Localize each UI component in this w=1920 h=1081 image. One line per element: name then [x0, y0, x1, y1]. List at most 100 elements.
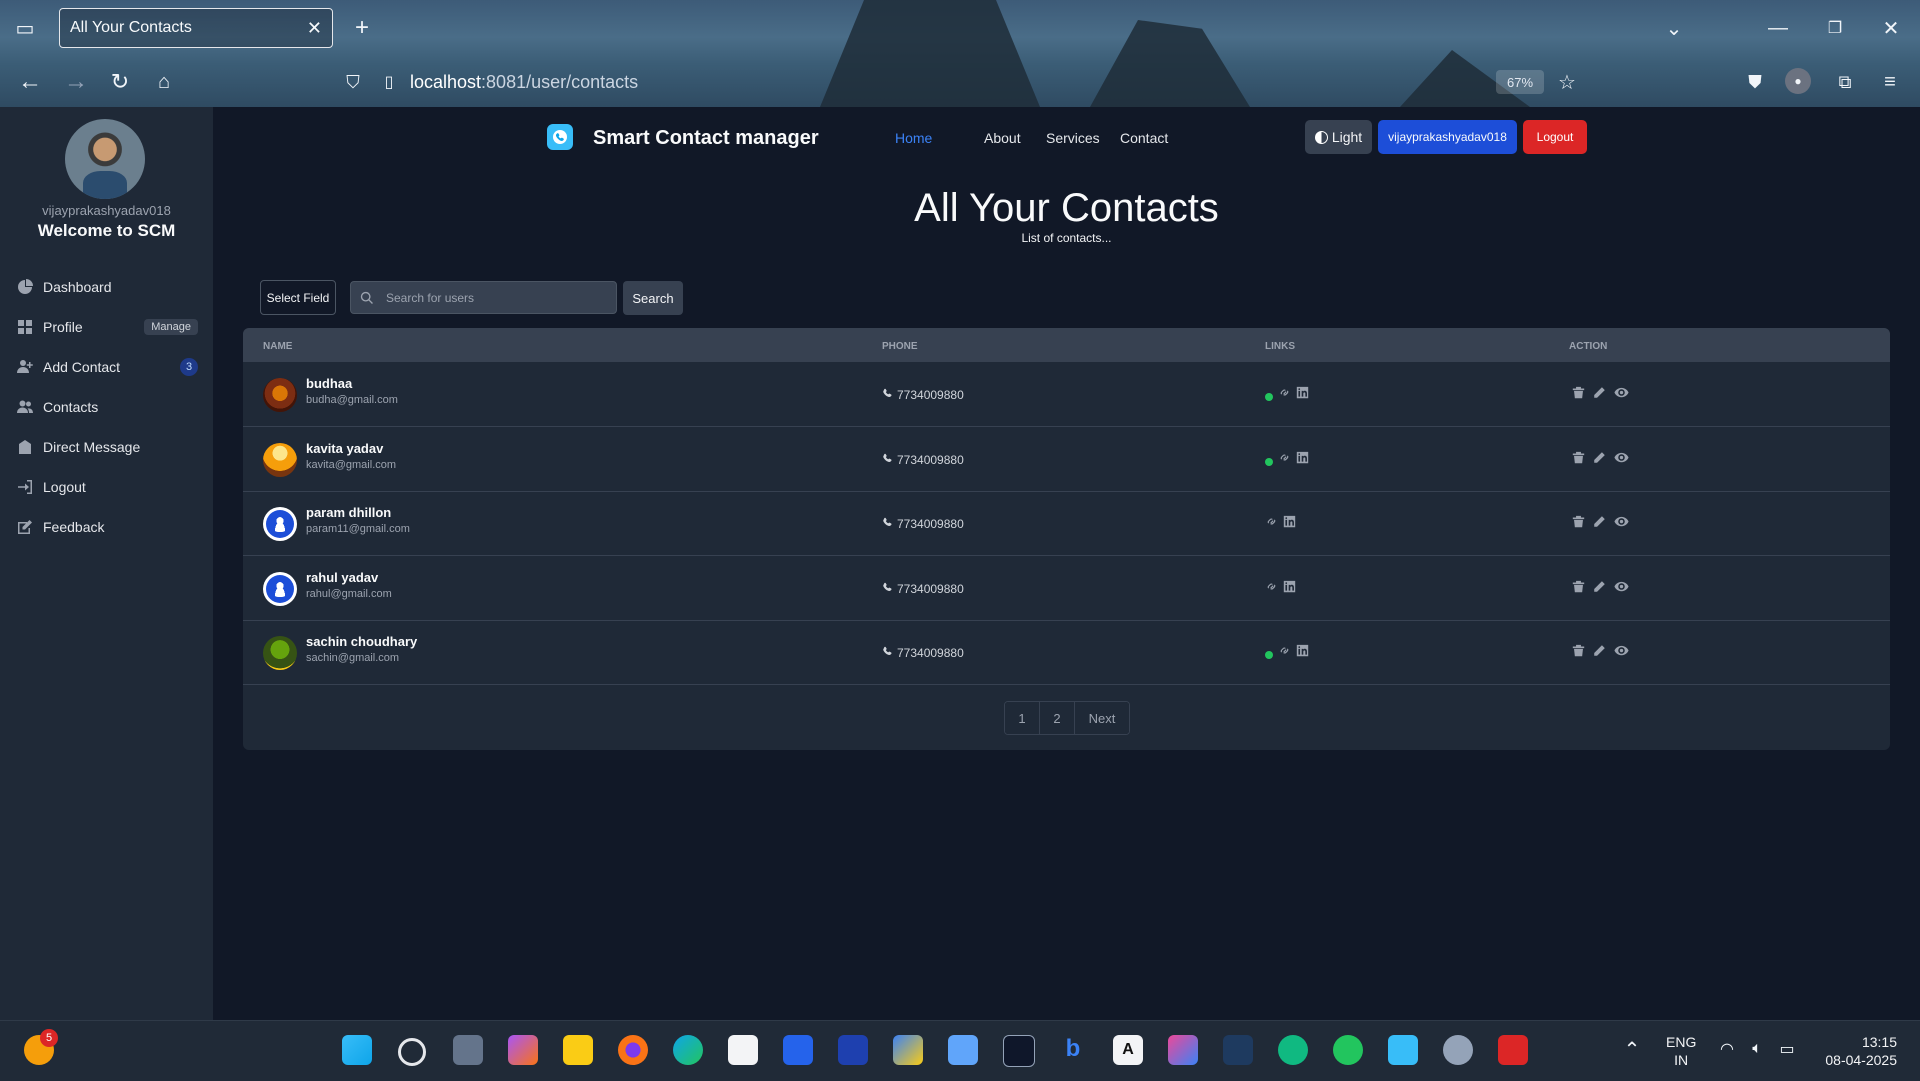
zoom-level-badge[interactable]: 67%	[1496, 70, 1544, 94]
page-1-button[interactable]: 1	[1005, 702, 1040, 734]
bookmark-star-icon[interactable]: ☆	[1552, 66, 1582, 98]
page-2-button[interactable]: 2	[1040, 702, 1075, 734]
website-link-icon[interactable]	[1278, 386, 1291, 404]
terminal-icon[interactable]	[1003, 1035, 1035, 1067]
edit-icon[interactable]	[1593, 451, 1606, 469]
shield-icon[interactable]: ⛉	[340, 66, 366, 98]
python-icon[interactable]	[893, 1035, 923, 1065]
battery-icon[interactable]: ▭	[1774, 1037, 1800, 1061]
reload-icon[interactable]: ↻	[104, 66, 136, 98]
delete-icon[interactable]	[1572, 451, 1585, 469]
minimize-icon[interactable]: —	[1763, 14, 1793, 42]
sidebar-item-direct-message[interactable]: Direct Message	[16, 432, 198, 462]
back-icon[interactable]: ←	[14, 66, 46, 98]
font-app-icon[interactable]: A	[1113, 1035, 1143, 1065]
volume-icon[interactable]: 🔈︎	[1744, 1037, 1770, 1061]
delete-icon[interactable]	[1572, 386, 1585, 404]
start-windows-icon[interactable]	[342, 1035, 372, 1065]
website-link-icon[interactable]	[1265, 515, 1278, 533]
table-row: kavita yadav kavita@gmail.com 7734009880	[243, 427, 1890, 492]
tray-chevron-icon[interactable]: ⌃	[1620, 1037, 1644, 1061]
chatgpt-icon[interactable]	[1278, 1035, 1308, 1065]
url-field[interactable]: localhost:8081/user/contacts	[410, 72, 638, 93]
search-button[interactable]: Search	[623, 281, 683, 315]
settings-gear-icon[interactable]	[1443, 1035, 1473, 1065]
tab-active[interactable]: All Your Contacts ✕	[59, 8, 333, 48]
theme-toggle-button[interactable]: Light	[1305, 120, 1372, 154]
edge-icon[interactable]	[673, 1035, 703, 1065]
view-icon[interactable]	[1614, 450, 1629, 470]
account-avatar-icon[interactable]: ●	[1785, 68, 1811, 94]
brand-logo-icon[interactable]	[547, 124, 573, 150]
nav-link-services[interactable]: Services	[1046, 130, 1100, 146]
search-input[interactable]	[384, 289, 608, 306]
brand-name[interactable]: Smart Contact manager	[593, 127, 819, 150]
view-icon[interactable]	[1614, 643, 1629, 663]
forward-icon[interactable]: →	[60, 66, 92, 98]
firefox-icon[interactable]	[618, 1035, 648, 1065]
vscode-icon[interactable]	[838, 1035, 868, 1065]
sidebar-item-profile[interactable]: Profile Manage	[16, 312, 198, 342]
remote-desktop-icon[interactable]	[1388, 1035, 1418, 1065]
tab-close-icon[interactable]: ✕	[307, 18, 322, 39]
website-link-icon[interactable]	[1278, 451, 1291, 469]
linkedin-icon[interactable]	[1296, 386, 1309, 404]
wifi-icon[interactable]: ◠	[1714, 1037, 1740, 1061]
nav-link-home[interactable]: Home	[895, 130, 932, 146]
restore-icon[interactable]: ❐	[1820, 14, 1850, 42]
close-window-icon[interactable]: ✕	[1876, 14, 1906, 42]
search-box	[350, 281, 617, 314]
website-link-icon[interactable]	[1265, 580, 1278, 598]
edit-icon[interactable]	[1593, 580, 1606, 598]
spring-tool-icon[interactable]	[1333, 1035, 1363, 1065]
user-profile-button[interactable]: vijayprakashyadav018	[1378, 120, 1517, 154]
select-field-dropdown[interactable]: Select Field	[260, 280, 336, 315]
delete-icon[interactable]	[1572, 644, 1585, 662]
task-view-icon[interactable]	[453, 1035, 483, 1065]
menu-icon[interactable]: ≡	[1875, 66, 1905, 98]
tab-overview-icon[interactable]: ▭	[10, 14, 40, 42]
linkedin-icon[interactable]	[1283, 580, 1296, 598]
logout-button[interactable]: Logout	[1523, 120, 1587, 154]
next-page-button[interactable]: Next	[1075, 702, 1129, 734]
delete-icon[interactable]	[1572, 580, 1585, 598]
pocket-icon[interactable]: ⛊	[1740, 66, 1770, 98]
language-indicator[interactable]: ENG IN	[1666, 1033, 1696, 1069]
sidebar-item-feedback[interactable]: Feedback	[16, 512, 198, 542]
linkedin-icon[interactable]	[1296, 644, 1309, 662]
nav-link-about[interactable]: About	[984, 130, 1021, 146]
search-taskbar-icon[interactable]	[398, 1038, 426, 1066]
clock[interactable]: 13:15 08-04-2025	[1817, 1033, 1897, 1069]
new-tab-icon[interactable]: +	[349, 14, 375, 42]
linkedin-icon[interactable]	[1296, 451, 1309, 469]
page-info-icon[interactable]: ▯	[378, 66, 400, 98]
linkedin-icon[interactable]	[1283, 515, 1296, 533]
edit-icon[interactable]	[1593, 515, 1606, 533]
mysql-workbench-icon[interactable]	[1223, 1035, 1253, 1065]
home-icon[interactable]: ⌂	[148, 66, 180, 98]
copilot-icon[interactable]	[508, 1035, 538, 1065]
sidebar-item-dashboard[interactable]: Dashboard	[16, 272, 198, 302]
edit-icon[interactable]	[1593, 386, 1606, 404]
microsoft-store-icon[interactable]	[728, 1035, 758, 1065]
sidebar-item-logout[interactable]: Logout	[16, 472, 198, 502]
contact-name: sachin choudhary	[306, 634, 418, 649]
edit-icon[interactable]	[1593, 644, 1606, 662]
message-icon	[16, 438, 34, 456]
acrobat-icon[interactable]	[1498, 1035, 1528, 1065]
bing-icon[interactable]: b	[1058, 1035, 1088, 1065]
extensions-icon[interactable]: ⧉	[1830, 66, 1860, 98]
tab-list-chevron-icon[interactable]: ⌄	[1659, 14, 1689, 42]
sidebar-item-contacts[interactable]: Contacts	[16, 392, 198, 422]
view-icon[interactable]	[1614, 385, 1629, 405]
dropbox-icon[interactable]	[783, 1035, 813, 1065]
website-link-icon[interactable]	[1278, 644, 1291, 662]
view-icon[interactable]	[1614, 579, 1629, 599]
view-icon[interactable]	[1614, 514, 1629, 534]
delete-icon[interactable]	[1572, 515, 1585, 533]
file-explorer-icon[interactable]	[563, 1035, 593, 1065]
sidebar-item-add-contact[interactable]: Add Contact 3	[16, 352, 198, 382]
intellij-icon[interactable]	[1168, 1035, 1198, 1065]
notepad-icon[interactable]	[948, 1035, 978, 1065]
nav-link-contact[interactable]: Contact	[1120, 130, 1168, 146]
